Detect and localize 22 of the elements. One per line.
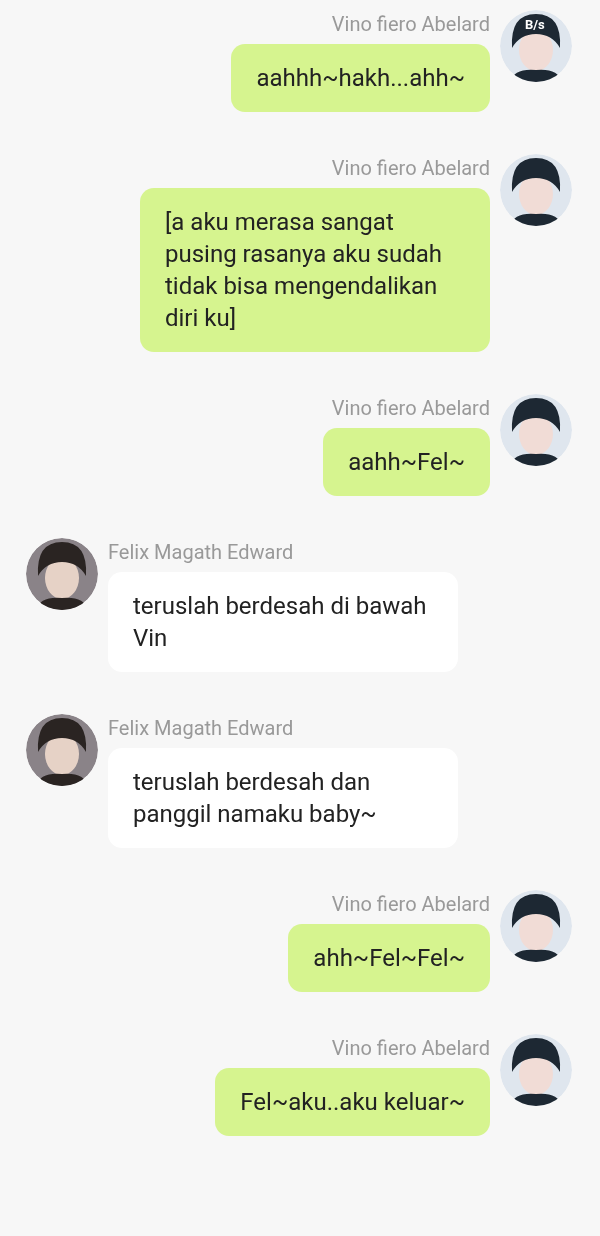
- message-bubble: [a aku merasa sangat pusing rasanya aku sudah tidak bisa mengendalikan diri ku]: [140, 188, 490, 352]
- message-bubble: aahhh~hakh...ahh~: [231, 44, 490, 112]
- message-bubble: teruslah berdesah dan panggil namaku baby~: [108, 748, 458, 848]
- avatar: [500, 1034, 572, 1106]
- sender-name: Felix Magath Edward: [108, 540, 294, 564]
- avatar: [500, 394, 572, 466]
- sender-name: Vino fiero Abelard: [331, 396, 490, 420]
- sender-name: Felix Magath Edward: [108, 716, 294, 740]
- avatar: [500, 154, 572, 226]
- sender-name: Vino fiero Abelard: [331, 12, 490, 36]
- sender-name: Vino fiero Abelard: [331, 156, 490, 180]
- network-speed: B/s: [525, 18, 545, 32]
- message-bubble: ahh~Fel~Fel~: [288, 924, 490, 992]
- message-bubble: aahh~Fel~: [323, 428, 490, 496]
- avatar: [26, 538, 98, 610]
- avatar: [26, 714, 98, 786]
- message-bubble: teruslah berdesah di bawah Vin: [108, 572, 458, 672]
- sender-name: Vino fiero Abelard: [331, 1036, 490, 1060]
- avatar: [500, 10, 572, 82]
- sender-name: Vino fiero Abelard: [331, 892, 490, 916]
- avatar: [500, 890, 572, 962]
- message-bubble: Fel~aku..aku keluar~: [215, 1068, 490, 1136]
